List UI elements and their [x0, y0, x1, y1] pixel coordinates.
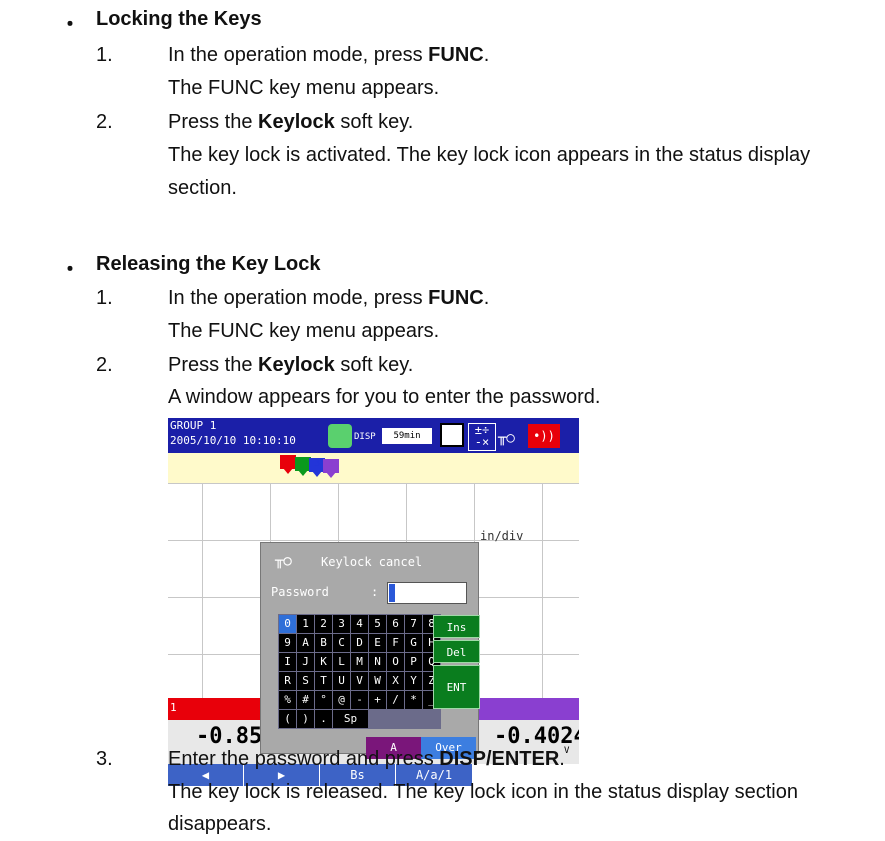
channel-label: 1 — [170, 701, 177, 714]
keypad-key[interactable]: V — [351, 672, 368, 690]
text-cursor — [389, 584, 395, 602]
keypad-key[interactable]: ° — [315, 691, 332, 709]
s1-step2-text: Press the Keylock soft key. — [168, 111, 414, 133]
keypad-key[interactable]: N — [369, 653, 386, 671]
ent-key[interactable]: ENT — [433, 665, 480, 709]
keypad-key[interactable]: B — [315, 634, 332, 652]
keypad-key[interactable]: Sp — [333, 710, 368, 728]
s1-step2-result-line1: The key lock is activated. The key lock … — [168, 144, 811, 166]
memory-icon — [328, 424, 352, 448]
keypad-key[interactable]: - — [351, 691, 368, 709]
keypad-key[interactable]: A — [297, 634, 314, 652]
s2-step2-num: 2. — [96, 354, 113, 376]
keypad-key[interactable]: . — [315, 710, 332, 728]
marker-band: 1 2 3 4 — [168, 453, 579, 483]
section2-title: Releasing the Key Lock — [96, 253, 321, 275]
status-bar: GROUP 1 2005/10/10 10:10:10 DISP 59min ±… — [168, 418, 579, 453]
s1-step1-num: 1. — [96, 44, 113, 66]
keypad-key[interactable]: T — [315, 672, 332, 690]
math-icon: ±÷ -× — [468, 423, 496, 451]
s2-step1-result: The FUNC key menu appears. — [168, 320, 440, 342]
dialog-title: Keylock cancel — [321, 555, 423, 569]
keypad-key[interactable]: % — [279, 691, 296, 709]
group-name: GROUP 1 — [170, 419, 217, 432]
keypad-key[interactable]: 6 — [387, 615, 404, 633]
keypad-key[interactable]: ( — [279, 710, 296, 728]
alarm-icon: •)) — [528, 424, 560, 448]
keypad-key[interactable]: 9 — [279, 634, 296, 652]
s2-step1-num: 1. — [96, 287, 113, 309]
s1-step1-result: The FUNC key menu appears. — [168, 77, 440, 99]
keypad-key[interactable]: 5 — [369, 615, 386, 633]
password-colon: : — [371, 585, 379, 599]
s1-step1-text: In the operation mode, press FUNC. — [168, 44, 490, 66]
keypad-key[interactable]: 0 — [279, 615, 296, 633]
ins-key[interactable]: Ins — [433, 615, 480, 638]
channel-purple-bar — [477, 698, 579, 720]
keypad-key[interactable]: D — [351, 634, 368, 652]
camera-icon — [440, 423, 464, 447]
keypad-key[interactable]: W — [369, 672, 386, 690]
key-icon: ╥○ — [275, 553, 292, 569]
s2-step3-text: Enter the password and press DISP/ENTER. — [168, 748, 565, 770]
section1-bullet: ・ — [60, 14, 80, 36]
channel-red-bar — [168, 698, 264, 720]
s2-step2-result: A window appears for you to enter the pa… — [168, 386, 601, 408]
keypad-key[interactable]: O — [387, 653, 404, 671]
keypad-key[interactable]: S — [297, 672, 314, 690]
marker-1: 1 — [280, 455, 296, 474]
keypad-key[interactable]: X — [387, 672, 404, 690]
section1-title: Locking the Keys — [96, 8, 262, 30]
section2-bullet: ・ — [60, 259, 80, 281]
device-screenshot: GROUP 1 2005/10/10 10:10:10 DISP 59min ±… — [168, 418, 579, 786]
keypad-key[interactable]: 3 — [333, 615, 350, 633]
s2-step3-result-line2: disappears. — [168, 813, 272, 835]
keypad-key[interactable]: G — [405, 634, 422, 652]
keypad-key[interactable]: # — [297, 691, 314, 709]
date-time: 2005/10/10 10:10:10 — [170, 434, 296, 447]
keypad-key[interactable]: / — [387, 691, 404, 709]
keypad-key[interactable]: J — [297, 653, 314, 671]
keypad-key[interactable]: * — [405, 691, 422, 709]
del-key[interactable]: Del — [433, 640, 480, 663]
s2-step2-text: Press the Keylock soft key. — [168, 354, 414, 376]
keypad-key[interactable]: 1 — [297, 615, 314, 633]
keypad-key[interactable]: F — [387, 634, 404, 652]
keypad-key[interactable]: C — [333, 634, 350, 652]
s2-step3-num: 3. — [96, 748, 113, 770]
keypad-key[interactable]: 2 — [315, 615, 332, 633]
keypad-key[interactable]: I — [279, 653, 296, 671]
keypad-key[interactable]: K — [315, 653, 332, 671]
keypad-key[interactable]: @ — [333, 691, 350, 709]
keypad-key[interactable]: P — [405, 653, 422, 671]
keypad-key[interactable]: + — [369, 691, 386, 709]
marker-4: 4 — [323, 459, 339, 478]
keypad-key[interactable]: M — [351, 653, 368, 671]
s2-step3-result-line1: The key lock is released. The key lock i… — [168, 781, 798, 803]
keypad-key[interactable]: U — [333, 672, 350, 690]
keypad-key[interactable]: L — [333, 653, 350, 671]
character-keypad: 0 1 2 3 4 5 6 7 8 9 A B C D E F G H I J K L M N O P Q R S T U V W X Y Z% # ° @… — [278, 614, 441, 729]
rate-box: 59min — [382, 428, 432, 444]
keypad-key[interactable]: 4 — [351, 615, 368, 633]
scale-label: in/div — [480, 529, 524, 543]
keypad-key[interactable]: 7 — [405, 615, 422, 633]
s1-step2-num: 2. — [96, 111, 113, 133]
password-label: Password — [271, 585, 329, 599]
s2-step1-text: In the operation mode, press FUNC. — [168, 287, 490, 309]
keypad-key[interactable]: E — [369, 634, 386, 652]
keypad-key[interactable]: R — [279, 672, 296, 690]
key-lock-icon: ╥○ — [498, 430, 515, 446]
password-input[interactable] — [387, 582, 467, 604]
disp-label: DISP — [354, 432, 376, 442]
edit-keys: Ins Del ENT — [433, 615, 480, 711]
keypad-key[interactable]: Y — [405, 672, 422, 690]
keypad-key[interactable]: ) — [297, 710, 314, 728]
s1-step2-result-line2: section. — [168, 177, 237, 199]
